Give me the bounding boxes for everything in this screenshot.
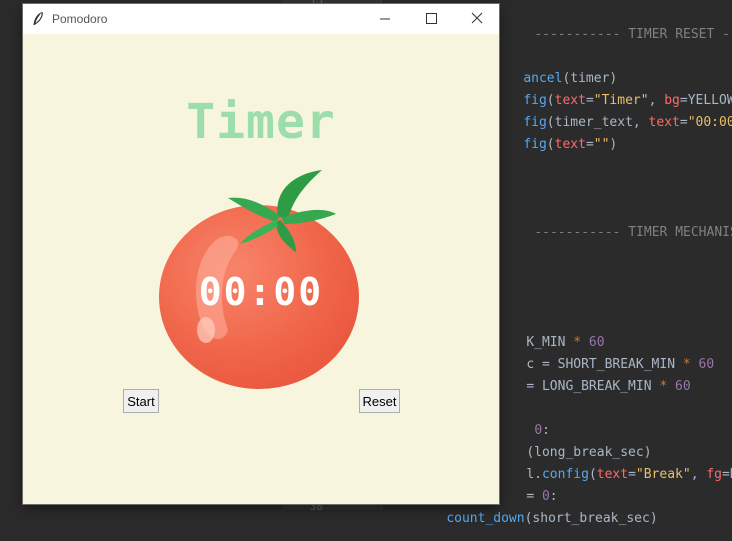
- code-line: ----------- TIMER MECHANISM -: [534, 225, 732, 240]
- reset-button[interactable]: Reset: [359, 389, 400, 413]
- minimize-icon: [380, 18, 390, 20]
- feather-icon: [33, 11, 43, 25]
- window-titlebar[interactable]: Pomodoro: [23, 4, 499, 34]
- timer-countdown-text: 00:00: [198, 270, 324, 314]
- code-line: fig(text=""): [523, 137, 618, 152]
- start-button[interactable]: Start: [123, 389, 159, 413]
- window-title: Pomodoro: [52, 12, 108, 26]
- timer-title-label: Timer: [186, 94, 336, 150]
- code-line: ----------- TIMER RESET -----: [534, 27, 732, 42]
- close-button[interactable]: [454, 4, 500, 34]
- minimize-button[interactable]: [362, 4, 408, 34]
- code-line: = LONG_BREAK_MIN * 60: [526, 379, 691, 394]
- pomodoro-window: Pomodoro Timer 00:00 Start Reset: [23, 4, 499, 504]
- close-icon: [471, 12, 483, 24]
- maximize-button[interactable]: [408, 4, 454, 34]
- maximize-icon: [426, 13, 437, 24]
